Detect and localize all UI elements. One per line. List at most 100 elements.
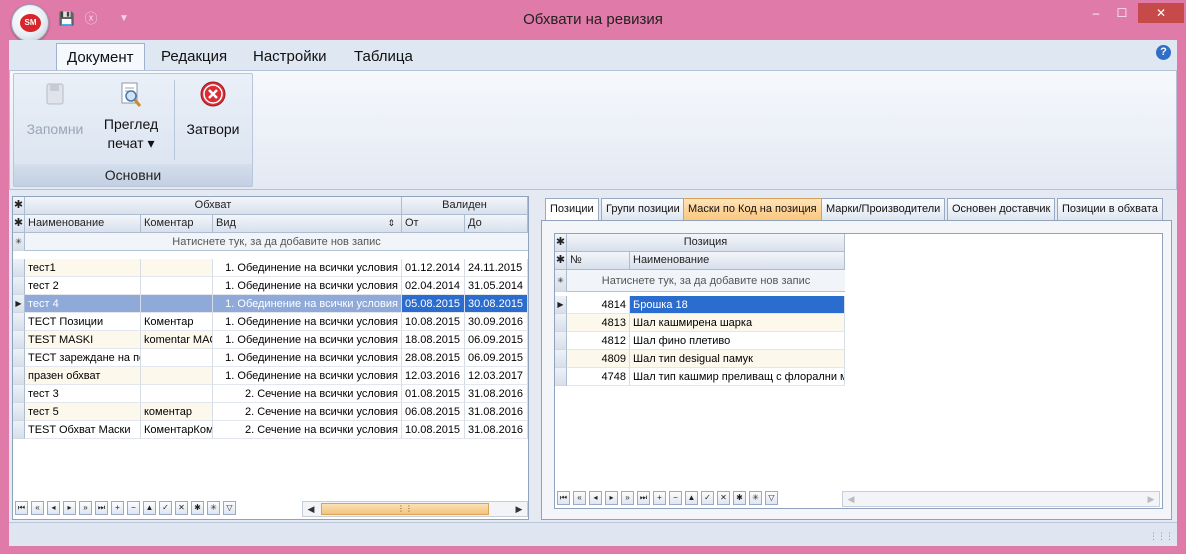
position-name-cell[interactable]: Шал тип desigual памук bbox=[630, 350, 845, 368]
comment-cell[interactable] bbox=[141, 277, 213, 295]
grid-customize-icon[interactable]: ✱ bbox=[555, 234, 567, 252]
name-cell[interactable]: тест 5 bbox=[25, 403, 141, 421]
position-name-cell[interactable]: Брошка 18 bbox=[630, 296, 845, 314]
row-indicator[interactable] bbox=[13, 313, 25, 331]
tab-settings[interactable]: Настройки bbox=[243, 43, 337, 70]
name-cell[interactable]: ТЕСТ Позиции bbox=[25, 313, 141, 331]
close-button[interactable]: Затвори bbox=[180, 80, 246, 139]
valid-from-cell[interactable]: 28.08.2015 bbox=[402, 349, 465, 367]
kind-cell[interactable]: 1. Обединение на всички условия bbox=[213, 295, 402, 313]
column-header-kind[interactable]: Вид ⇕ bbox=[213, 215, 402, 233]
tab-positions[interactable]: Позиции bbox=[545, 198, 599, 222]
column-chooser-icon[interactable]: ✱ bbox=[555, 252, 567, 270]
row-indicator[interactable] bbox=[13, 421, 25, 439]
column-header-from[interactable]: От bbox=[402, 215, 465, 233]
row-indicator[interactable]: ▶ bbox=[13, 295, 25, 313]
kind-cell[interactable]: 1. Обединение на всички условия bbox=[213, 277, 402, 295]
nav-next-page-icon[interactable]: » bbox=[621, 491, 634, 505]
scroll-left-icon[interactable]: ◀ bbox=[843, 492, 859, 506]
nav-prev-page-icon[interactable]: « bbox=[573, 491, 586, 505]
position-name-cell[interactable]: Шал фино плетиво bbox=[630, 332, 845, 350]
tab-main-supplier[interactable]: Основен доставчик bbox=[947, 198, 1056, 220]
tab-document[interactable]: Документ bbox=[56, 43, 145, 70]
scroll-left-icon[interactable]: ◀ bbox=[303, 502, 319, 516]
kind-cell[interactable]: 1. Обединение на всички условия bbox=[213, 367, 402, 385]
name-cell[interactable]: празен обхват bbox=[25, 367, 141, 385]
nav-insert-icon[interactable]: + bbox=[111, 501, 124, 515]
kind-cell[interactable]: 2. Сечение на всички условия bbox=[213, 403, 402, 421]
save-button[interactable]: Запомни bbox=[20, 80, 90, 139]
close-window-button[interactable]: ✕ bbox=[1138, 3, 1184, 23]
name-cell[interactable]: TEST Обхват Маски bbox=[25, 421, 141, 439]
kind-cell[interactable]: 1. Обединение на всички условия bbox=[213, 349, 402, 367]
name-cell[interactable]: TEST MASKI bbox=[25, 331, 141, 349]
nav-cancel-icon[interactable]: ✕ bbox=[717, 491, 730, 505]
comment-cell[interactable]: коментар bbox=[141, 403, 213, 421]
nav-bookmark-icon[interactable]: ✳ bbox=[749, 491, 762, 505]
scroll-right-icon[interactable]: ▶ bbox=[1143, 492, 1159, 506]
row-indicator[interactable]: ▶ bbox=[555, 296, 567, 314]
row-indicator[interactable] bbox=[13, 403, 25, 421]
comment-cell[interactable]: КоментарКом bbox=[141, 421, 213, 439]
row-indicator[interactable] bbox=[13, 331, 25, 349]
nav-post-icon[interactable]: ✓ bbox=[159, 501, 172, 515]
nav-first-icon[interactable]: ⏮ bbox=[557, 491, 570, 505]
valid-from-cell[interactable]: 10.08.2015 bbox=[402, 421, 465, 439]
valid-to-cell[interactable]: 06.09.2015 bbox=[465, 331, 528, 349]
nav-first-icon[interactable]: ⏮ bbox=[15, 501, 28, 515]
comment-cell[interactable] bbox=[141, 349, 213, 367]
nav-delete-icon[interactable]: − bbox=[127, 501, 140, 515]
comment-cell[interactable] bbox=[141, 367, 213, 385]
row-indicator[interactable] bbox=[13, 277, 25, 295]
nav-cancel-icon[interactable]: ✕ bbox=[175, 501, 188, 515]
name-cell[interactable]: тест 2 bbox=[25, 277, 141, 295]
nav-filter-icon[interactable]: ▽ bbox=[223, 501, 236, 515]
row-indicator[interactable] bbox=[555, 332, 567, 350]
name-cell[interactable]: тест 4 bbox=[25, 295, 141, 313]
valid-to-cell[interactable]: 31.08.2016 bbox=[465, 421, 528, 439]
valid-from-cell[interactable]: 12.03.2016 bbox=[402, 367, 465, 385]
position-number-cell[interactable]: 4813 bbox=[567, 314, 630, 332]
nav-post-icon[interactable]: ✓ bbox=[701, 491, 714, 505]
scroll-thumb[interactable]: ⋮⋮ bbox=[321, 503, 489, 515]
comment-cell[interactable]: komentar MAC bbox=[141, 331, 213, 349]
position-name-cell[interactable]: Шал кашмирена шарка bbox=[630, 314, 845, 332]
nav-last-icon[interactable]: ⏭ bbox=[95, 501, 108, 515]
column-header-number[interactable]: № bbox=[567, 252, 630, 270]
position-number-cell[interactable]: 4748 bbox=[567, 368, 630, 386]
valid-from-cell[interactable]: 01.08.2015 bbox=[402, 385, 465, 403]
column-chooser-icon[interactable]: ✱ bbox=[13, 215, 25, 233]
row-indicator[interactable] bbox=[555, 350, 567, 368]
nav-next-icon[interactable]: ▸ bbox=[63, 501, 76, 515]
nav-prev-icon[interactable]: ◂ bbox=[47, 501, 60, 515]
kind-cell[interactable]: 2. Сечение на всички условия bbox=[213, 385, 402, 403]
nav-prev-page-icon[interactable]: « bbox=[31, 501, 44, 515]
valid-to-cell[interactable]: 06.09.2015 bbox=[465, 349, 528, 367]
tab-edit[interactable]: Редакция bbox=[151, 43, 237, 70]
row-indicator[interactable] bbox=[13, 385, 25, 403]
maximize-button[interactable]: ☐ bbox=[1109, 3, 1135, 23]
nav-edit-icon[interactable]: ▲ bbox=[143, 501, 156, 515]
comment-cell[interactable] bbox=[141, 259, 213, 277]
row-indicator[interactable] bbox=[555, 314, 567, 332]
valid-to-cell[interactable]: 30.08.2015 bbox=[465, 295, 528, 313]
column-header-position-name[interactable]: Наименование bbox=[630, 252, 845, 270]
column-header-to[interactable]: До bbox=[465, 215, 528, 233]
minimize-button[interactable]: – bbox=[1083, 3, 1109, 23]
nav-next-page-icon[interactable]: » bbox=[79, 501, 92, 515]
valid-from-cell[interactable]: 05.08.2015 bbox=[402, 295, 465, 313]
name-cell[interactable]: ТЕСТ зареждане на по bbox=[25, 349, 141, 367]
valid-from-cell[interactable]: 10.08.2015 bbox=[402, 313, 465, 331]
nav-refresh-icon[interactable]: ✱ bbox=[191, 501, 204, 515]
row-indicator[interactable] bbox=[13, 367, 25, 385]
grid-customize-icon[interactable]: ✱ bbox=[13, 197, 25, 215]
nav-edit-icon[interactable]: ▲ bbox=[685, 491, 698, 505]
tab-position-groups[interactable]: Групи позиции bbox=[601, 198, 685, 220]
valid-to-cell[interactable]: 30.09.2016 bbox=[465, 313, 528, 331]
nav-insert-icon[interactable]: + bbox=[653, 491, 666, 505]
nav-bookmark-icon[interactable]: ✳ bbox=[207, 501, 220, 515]
add-new-record-row[interactable]: Натиснете тук, за да добавите нов запис bbox=[25, 233, 528, 251]
nav-refresh-icon[interactable]: ✱ bbox=[733, 491, 746, 505]
name-cell[interactable]: тест 3 bbox=[25, 385, 141, 403]
kind-cell[interactable]: 1. Обединение на всички условия bbox=[213, 331, 402, 349]
